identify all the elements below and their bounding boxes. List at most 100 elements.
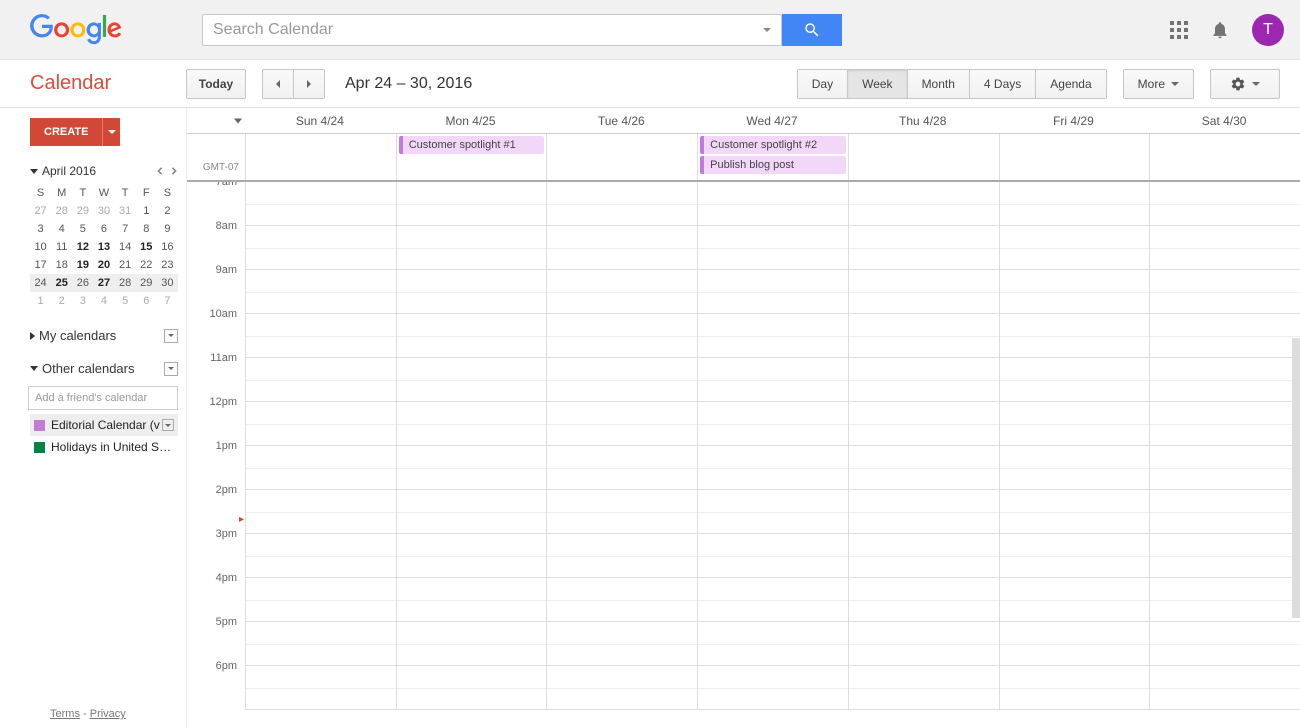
hour-slot[interactable] — [1000, 622, 1150, 666]
hour-slot[interactable] — [246, 182, 396, 226]
view-week[interactable]: Week — [847, 69, 907, 99]
day-column[interactable] — [697, 182, 848, 710]
create-button[interactable]: CREATE — [30, 118, 120, 146]
allday-cell[interactable] — [1149, 134, 1300, 180]
event-chip[interactable]: Customer spotlight #2 — [700, 136, 846, 154]
hour-slot[interactable] — [1000, 446, 1150, 490]
hour-slot[interactable] — [397, 534, 547, 578]
hour-slot[interactable] — [698, 182, 848, 226]
mini-day[interactable]: 10 — [30, 238, 51, 256]
hour-slot[interactable] — [397, 490, 547, 534]
hour-slot[interactable] — [698, 622, 848, 666]
day-column[interactable] — [546, 182, 697, 710]
hour-slot[interactable] — [246, 490, 396, 534]
mini-day[interactable]: 28 — [115, 274, 136, 292]
hour-slot[interactable] — [849, 226, 999, 270]
mini-day[interactable]: 6 — [93, 220, 114, 238]
hour-slot[interactable] — [547, 534, 697, 578]
hour-slot[interactable] — [547, 490, 697, 534]
day-header[interactable]: Fri 4/29 — [999, 108, 1150, 134]
mini-day[interactable]: 30 — [93, 202, 114, 220]
hour-slot[interactable] — [1000, 490, 1150, 534]
hour-slot[interactable] — [698, 402, 848, 446]
dropdown-icon[interactable] — [164, 362, 178, 376]
day-header[interactable]: Sat 4/30 — [1149, 108, 1300, 134]
day-column[interactable] — [1149, 182, 1300, 710]
other-calendars-toggle[interactable]: Other calendars — [30, 361, 178, 376]
view-agenda[interactable]: Agenda — [1035, 69, 1106, 99]
mini-day[interactable]: 17 — [30, 256, 51, 274]
hour-slot[interactable] — [246, 226, 396, 270]
allday-cell[interactable]: Customer spotlight #2 Publish blog post — [697, 134, 848, 180]
hour-slot[interactable] — [547, 226, 697, 270]
allday-cell[interactable] — [848, 134, 999, 180]
allday-cell[interactable] — [999, 134, 1150, 180]
hour-slot[interactable] — [246, 578, 396, 622]
hour-slot[interactable] — [1150, 270, 1300, 314]
mini-day[interactable]: 3 — [72, 292, 93, 310]
today-button[interactable]: Today — [186, 69, 246, 99]
hour-slot[interactable] — [1000, 358, 1150, 402]
hour-slot[interactable] — [1150, 226, 1300, 270]
hour-slot[interactable] — [698, 358, 848, 402]
mini-day[interactable]: 4 — [51, 220, 72, 238]
mini-day[interactable]: 26 — [72, 274, 93, 292]
hour-slot[interactable] — [849, 490, 999, 534]
hour-slot[interactable] — [547, 402, 697, 446]
hour-slot[interactable] — [849, 534, 999, 578]
hour-slot[interactable] — [246, 446, 396, 490]
hour-slot[interactable] — [849, 446, 999, 490]
mini-day[interactable]: 21 — [115, 256, 136, 274]
time-grid[interactable]: ▸ 7am8am9am10am11am12pm1pm2pm3pm4pm5pm6p… — [187, 180, 1300, 728]
hour-slot[interactable] — [1000, 182, 1150, 226]
hour-slot[interactable] — [1150, 622, 1300, 666]
hour-slot[interactable] — [397, 270, 547, 314]
event-chip[interactable]: Publish blog post — [700, 156, 846, 174]
hour-slot[interactable] — [397, 666, 547, 710]
hour-slot[interactable] — [698, 666, 848, 710]
allday-cell[interactable] — [245, 134, 396, 180]
more-button[interactable]: More — [1123, 69, 1194, 99]
mini-day[interactable]: 30 — [157, 274, 178, 292]
mini-cal-grid[interactable]: SMTWTFS272829303112345678910111213141516… — [30, 184, 178, 310]
hour-slot[interactable] — [1150, 402, 1300, 446]
hour-slot[interactable] — [1150, 358, 1300, 402]
hour-slot[interactable] — [698, 226, 848, 270]
mini-day[interactable]: 1 — [136, 202, 157, 220]
hour-slot[interactable] — [547, 182, 697, 226]
hour-slot[interactable] — [1150, 490, 1300, 534]
hour-slot[interactable] — [1000, 226, 1150, 270]
mini-day[interactable]: 13 — [93, 238, 114, 256]
mini-day[interactable]: 6 — [136, 292, 157, 310]
terms-link[interactable]: Terms — [50, 708, 80, 720]
day-column[interactable] — [245, 182, 396, 710]
search-box[interactable] — [202, 14, 782, 46]
create-dropdown-arrow[interactable] — [102, 118, 120, 146]
mini-day[interactable]: 7 — [115, 220, 136, 238]
hour-slot[interactable] — [1000, 270, 1150, 314]
mini-day[interactable]: 14 — [115, 238, 136, 256]
prev-button[interactable] — [262, 69, 294, 99]
hour-slot[interactable] — [397, 182, 547, 226]
add-friend-input[interactable] — [28, 386, 178, 410]
mini-day[interactable]: 19 — [72, 256, 93, 274]
mini-day[interactable]: 20 — [93, 256, 114, 274]
mini-prev-icon[interactable] — [156, 167, 164, 175]
hour-slot[interactable] — [1000, 402, 1150, 446]
hour-slot[interactable] — [547, 666, 697, 710]
day-header[interactable]: Sun 4/24 — [245, 108, 396, 134]
privacy-link[interactable]: Privacy — [90, 708, 126, 720]
mini-day[interactable]: 15 — [136, 238, 157, 256]
day-column[interactable] — [396, 182, 547, 710]
day-header[interactable]: Mon 4/25 — [396, 108, 547, 134]
hour-slot[interactable] — [397, 314, 547, 358]
hour-slot[interactable] — [849, 402, 999, 446]
hour-slot[interactable] — [1150, 446, 1300, 490]
avatar[interactable]: T — [1252, 14, 1284, 46]
view-day[interactable]: Day — [797, 69, 848, 99]
mini-day[interactable]: 5 — [72, 220, 93, 238]
hour-slot[interactable] — [397, 358, 547, 402]
mini-day[interactable]: 22 — [136, 256, 157, 274]
hour-slot[interactable] — [246, 666, 396, 710]
mini-day[interactable]: 11 — [51, 238, 72, 256]
